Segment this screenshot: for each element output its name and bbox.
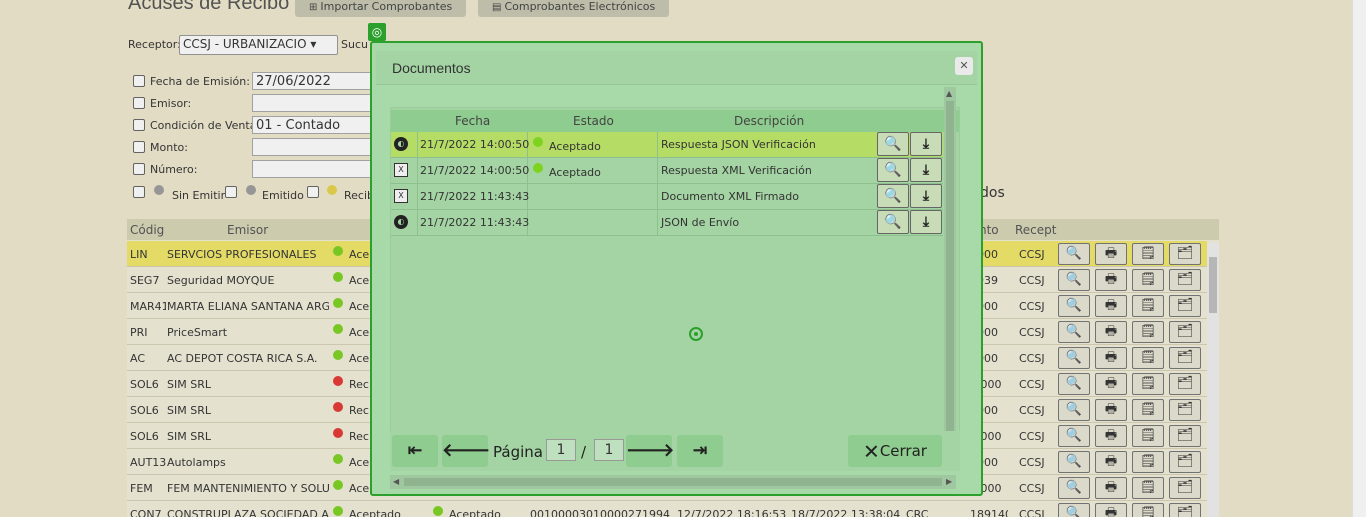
modal-title: Documentos: [392, 60, 471, 76]
document-row[interactable]: X 21/7/2022 14:00:50 Aceptado Respuesta XML…: [391, 158, 943, 184]
download-icon: ⤓: [922, 214, 930, 230]
first-page-button[interactable]: ⇤: [392, 435, 438, 467]
cell-fecha: 21/7/2022 11:43:43: [420, 216, 530, 229]
cell-estado: Aceptado: [549, 166, 601, 179]
total-pages: 1: [594, 439, 624, 461]
search-icon: 🔍: [884, 162, 902, 178]
search-icon: 🔍: [884, 214, 902, 230]
modal-scroll-thumb[interactable]: [946, 101, 954, 457]
page-separator: /: [581, 443, 587, 461]
cell-estado: Aceptado: [549, 140, 601, 153]
download-button[interactable]: ⤓: [910, 210, 942, 234]
close-button[interactable]: ✕Cerrar: [848, 435, 942, 467]
pagination-bar: ⇤ 🡐 Página 1 / 1 🡒 ⇥ ✕Cerrar: [390, 431, 960, 471]
cell-fecha: 21/7/2022 11:43:43: [420, 190, 530, 203]
modal-hscroll-thumb[interactable]: [404, 478, 942, 486]
header-fecha: Fecha: [455, 114, 491, 128]
column-divider: [657, 210, 658, 236]
last-page-button[interactable]: ⇥: [677, 435, 723, 467]
page-label: Página: [493, 443, 543, 461]
current-page-input[interactable]: 1: [546, 439, 576, 461]
download-button[interactable]: ⤓: [910, 158, 942, 182]
column-divider: [417, 184, 418, 210]
cell-descripcion: JSON de Envío: [661, 216, 740, 229]
document-row[interactable]: ◐ 21/7/2022 11:43:43 JSON de Envío 🔍 ⤓: [391, 210, 943, 236]
search-button[interactable]: 🔍: [877, 210, 909, 234]
next-page-icon: 🡒: [626, 440, 675, 461]
search-button[interactable]: 🔍: [877, 184, 909, 208]
scroll-left-icon[interactable]: ◀: [393, 477, 399, 486]
search-icon: 🔍: [884, 136, 902, 152]
modal-drag-handle-icon[interactable]: ◎: [368, 23, 386, 41]
modal-header: Documentos ✕: [376, 51, 977, 85]
column-divider: [657, 184, 658, 210]
page-scrollbar[interactable]: [1352, 0, 1366, 517]
cell-fecha: 21/7/2022 14:00:50: [420, 164, 530, 177]
close-icon[interactable]: ✕: [955, 57, 973, 75]
next-page-button[interactable]: 🡒: [626, 435, 675, 467]
cell-descripcion: Respuesta XML Verificación: [661, 164, 812, 177]
download-button[interactable]: ⤓: [910, 132, 942, 156]
last-page-icon: ⇥: [692, 440, 708, 461]
prev-page-icon: 🡐: [442, 440, 491, 461]
document-row[interactable]: X 21/7/2022 11:43:43 Documento XML Firmado…: [391, 184, 943, 210]
search-icon: 🔍: [884, 188, 902, 204]
cell-fecha: 21/7/2022 14:00:50: [420, 138, 530, 151]
first-page-icon: ⇤: [407, 440, 423, 461]
status-dot: [533, 163, 543, 173]
column-divider: [417, 210, 418, 236]
scroll-right-icon[interactable]: ▶: [946, 477, 952, 486]
prev-page-button[interactable]: 🡐: [442, 435, 491, 467]
modal-vertical-scrollbar[interactable]: ▲ ▼: [944, 87, 956, 471]
download-icon: ⤓: [922, 136, 930, 152]
header-descripcion: Descripción: [734, 114, 805, 128]
json-file-icon: ◐: [394, 137, 408, 151]
xml-file-icon: X: [394, 163, 408, 177]
documents-header: Fecha Estado Descripción: [391, 110, 959, 132]
search-button[interactable]: 🔍: [877, 158, 909, 182]
download-icon: ⤓: [922, 162, 930, 178]
column-divider: [657, 132, 658, 158]
cell-descripcion: Respuesta JSON Verificación: [661, 138, 816, 151]
status-dot: [533, 137, 543, 147]
close-x-icon: ✕: [863, 439, 880, 464]
document-row[interactable]: ◐ 21/7/2022 14:00:50 Aceptado Respuesta JSO…: [391, 132, 943, 158]
download-button[interactable]: ⤓: [910, 184, 942, 208]
documents-modal: Documentos ✕ Fecha Estado Descripción ◐ 2…: [370, 41, 983, 496]
search-button[interactable]: 🔍: [877, 132, 909, 156]
column-divider: [417, 158, 418, 184]
header-estado: Estado: [573, 114, 614, 128]
scroll-up-icon[interactable]: ▲: [946, 89, 952, 98]
column-divider: [417, 132, 418, 158]
documents-table: Fecha Estado Descripción ◐ 21/7/2022 14:0…: [390, 107, 960, 433]
json-file-icon: ◐: [394, 215, 408, 229]
modal-horizontal-scrollbar[interactable]: ◀ ▶: [390, 475, 956, 489]
target-marker-icon: [689, 327, 703, 341]
download-icon: ⤓: [922, 188, 930, 204]
cell-descripcion: Documento XML Firmado: [661, 190, 799, 203]
column-divider: [657, 158, 658, 184]
xml-file-icon: X: [394, 189, 408, 203]
